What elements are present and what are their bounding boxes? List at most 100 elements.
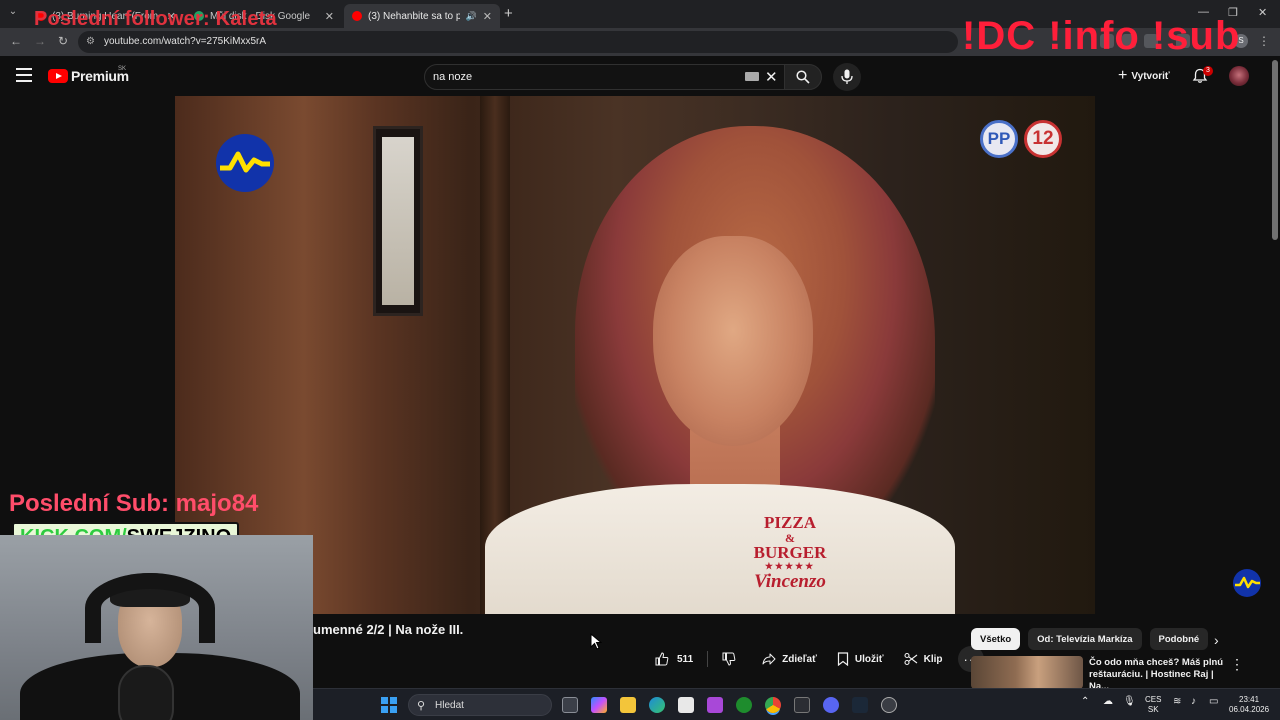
tray-overflow-icon[interactable]: ⌃ — [1081, 697, 1089, 707]
dislike-button[interactable] — [712, 646, 752, 672]
tab-search-icon[interactable]: ⌄ — [4, 6, 22, 22]
audio-playing-icon[interactable]: 🔊 — [466, 11, 477, 22]
chip-related[interactable]: Podobné — [1149, 628, 1209, 650]
stream-last-sub-overlay: Poslední Sub: majo84 — [9, 490, 259, 517]
age-rating-badge-12: 12 — [1024, 120, 1062, 158]
shirt-text-line: Vincenzo — [754, 570, 826, 592]
youtube-play-icon — [48, 69, 68, 83]
chip-channel[interactable]: Od: Televízia Markíza — [1028, 628, 1142, 650]
task-view-icon[interactable] — [562, 697, 578, 713]
tray-app-icon[interactable]: ☁ — [1103, 697, 1113, 707]
url-text: youtube.com/watch?v=275KiMxx5rA — [104, 36, 267, 47]
chevron-right-icon[interactable]: › — [1214, 632, 1219, 648]
app-icon[interactable] — [707, 697, 723, 713]
close-window-icon[interactable]: ✕ — [1258, 6, 1267, 19]
age-rating-badge-pp: PP — [980, 120, 1018, 158]
shirt-print: PIZZA & BURGER ★★★★★ Vincenzo — [735, 514, 845, 592]
youtube-logo[interactable]: Premium — [48, 68, 129, 84]
clip-label: Klip — [923, 653, 943, 665]
microphone-icon — [841, 69, 853, 84]
thumbs-up-icon — [655, 652, 669, 666]
search-button[interactable] — [784, 64, 822, 90]
recommendation-thumbnail[interactable] — [971, 656, 1083, 689]
stream-follower-overlay: Poslední follower: Kaleta — [34, 8, 277, 30]
windows-start-icon[interactable] — [381, 697, 397, 713]
share-arrow-icon — [762, 653, 776, 665]
shirt-text-line: BURGER — [753, 543, 827, 563]
voice-search-button[interactable] — [833, 63, 861, 91]
tv-channel-logo — [216, 134, 274, 192]
browser-tab-active[interactable]: (3) Nehanbite sa to predáv 🔊 ✕ — [344, 4, 500, 28]
app-icon[interactable] — [881, 697, 897, 713]
webcam-microphone — [118, 665, 174, 720]
shirt-text-line: PIZZA — [764, 513, 816, 532]
browser-menu-icon[interactable]: ⋮ — [1258, 34, 1270, 48]
bookmark-icon — [837, 652, 849, 666]
video-player[interactable]: PIZZA & BURGER ★★★★★ Vincenzo — [175, 96, 1095, 614]
close-tab-icon[interactable]: ✕ — [325, 10, 334, 23]
steam-icon[interactable] — [852, 697, 868, 713]
search-box: ✕ — [424, 64, 790, 90]
reload-icon[interactable]: ↻ — [58, 34, 68, 48]
youtube-favicon-icon — [352, 11, 362, 21]
page-scrollbar[interactable] — [1272, 60, 1278, 240]
clock-date: 06.04.2026 — [1229, 705, 1270, 714]
clip-button[interactable]: Klip — [894, 646, 953, 672]
mouse-cursor-icon — [590, 633, 602, 650]
share-button[interactable]: Zdieľať — [752, 646, 827, 672]
file-explorer-icon[interactable] — [620, 697, 636, 713]
clock-time: 23:41 — [1239, 695, 1260, 704]
store-icon[interactable] — [678, 697, 694, 713]
recommendation-menu-icon[interactable]: ⋮ — [1230, 656, 1244, 673]
site-info-icon[interactable]: ⚙ — [86, 36, 95, 47]
clear-search-icon[interactable]: ✕ — [765, 68, 778, 86]
copilot-icon[interactable] — [591, 697, 607, 713]
language-top: CES — [1145, 695, 1162, 704]
close-tab-icon[interactable]: ✕ — [483, 10, 492, 23]
new-tab-button[interactable]: + — [504, 5, 513, 22]
wifi-icon[interactable]: ≋ — [1173, 697, 1181, 707]
save-button[interactable]: Uložiť — [827, 646, 894, 672]
divider — [707, 651, 709, 667]
chrome-icon[interactable] — [765, 697, 781, 713]
create-button[interactable]: + Vytvoriť — [1118, 66, 1170, 86]
notification-count-badge: 3 — [1203, 66, 1213, 76]
video-title: umenné 2/2 | Na nože III. — [313, 622, 464, 637]
address-bar[interactable]: ⚙ youtube.com/watch?v=275KiMxx5rA — [78, 31, 958, 53]
taskbar-search-label: Hledat — [435, 700, 464, 711]
discord-icon[interactable] — [823, 697, 839, 713]
back-icon[interactable]: ← — [10, 34, 22, 48]
share-label: Zdieľať — [782, 653, 817, 665]
youtube-header: Premium SK ✕ + Vytvoriť 3 — [0, 56, 1280, 96]
xbox-icon[interactable] — [736, 697, 752, 713]
like-count: 511 — [677, 653, 694, 665]
create-label: Vytvoriť — [1131, 70, 1170, 82]
keyboard-icon[interactable] — [745, 72, 759, 81]
battery-icon[interactable]: ▭ — [1209, 697, 1218, 707]
forward-icon[interactable]: → — [34, 34, 46, 48]
region-code: SK — [118, 66, 127, 72]
hamburger-menu-icon[interactable] — [16, 68, 32, 82]
like-button[interactable]: 511 — [645, 646, 703, 672]
search-input[interactable] — [433, 69, 733, 85]
wall-picture-frame — [373, 126, 423, 316]
language-indicator[interactable]: CES SK — [1145, 695, 1161, 715]
streamer-webcam — [0, 535, 313, 720]
video-actions: 511 Zdieľať Uložiť Klip ··· — [645, 646, 985, 672]
chip-all[interactable]: Všetko — [971, 628, 1021, 650]
edge-icon[interactable] — [649, 697, 665, 713]
clock[interactable]: 23:41 06.04.2026 — [1229, 695, 1269, 715]
person-face — [653, 236, 813, 446]
windows-taskbar: ⚲ Hledat ⌃ ☁ 🎙 CES SK ≋ ♪ ▭ 23:41 06.04.… — [313, 688, 1280, 720]
webcam-arms — [85, 573, 215, 643]
app-icon[interactable] — [794, 697, 810, 713]
taskbar-search[interactable]: ⚲ Hledat — [408, 694, 552, 716]
microphone-tray-icon[interactable]: 🎙 — [1123, 697, 1136, 707]
account-avatar[interactable] — [1229, 66, 1249, 86]
tab-title: (3) Nehanbite sa to predáv — [368, 10, 460, 22]
plus-icon: + — [1118, 67, 1128, 84]
volume-icon[interactable]: ♪ — [1191, 697, 1196, 707]
save-label: Uložiť — [854, 653, 884, 665]
recommendation-chips: Všetko Od: Televízia Markíza Podobné — [971, 628, 1216, 650]
wave-logo-icon — [1233, 569, 1261, 597]
